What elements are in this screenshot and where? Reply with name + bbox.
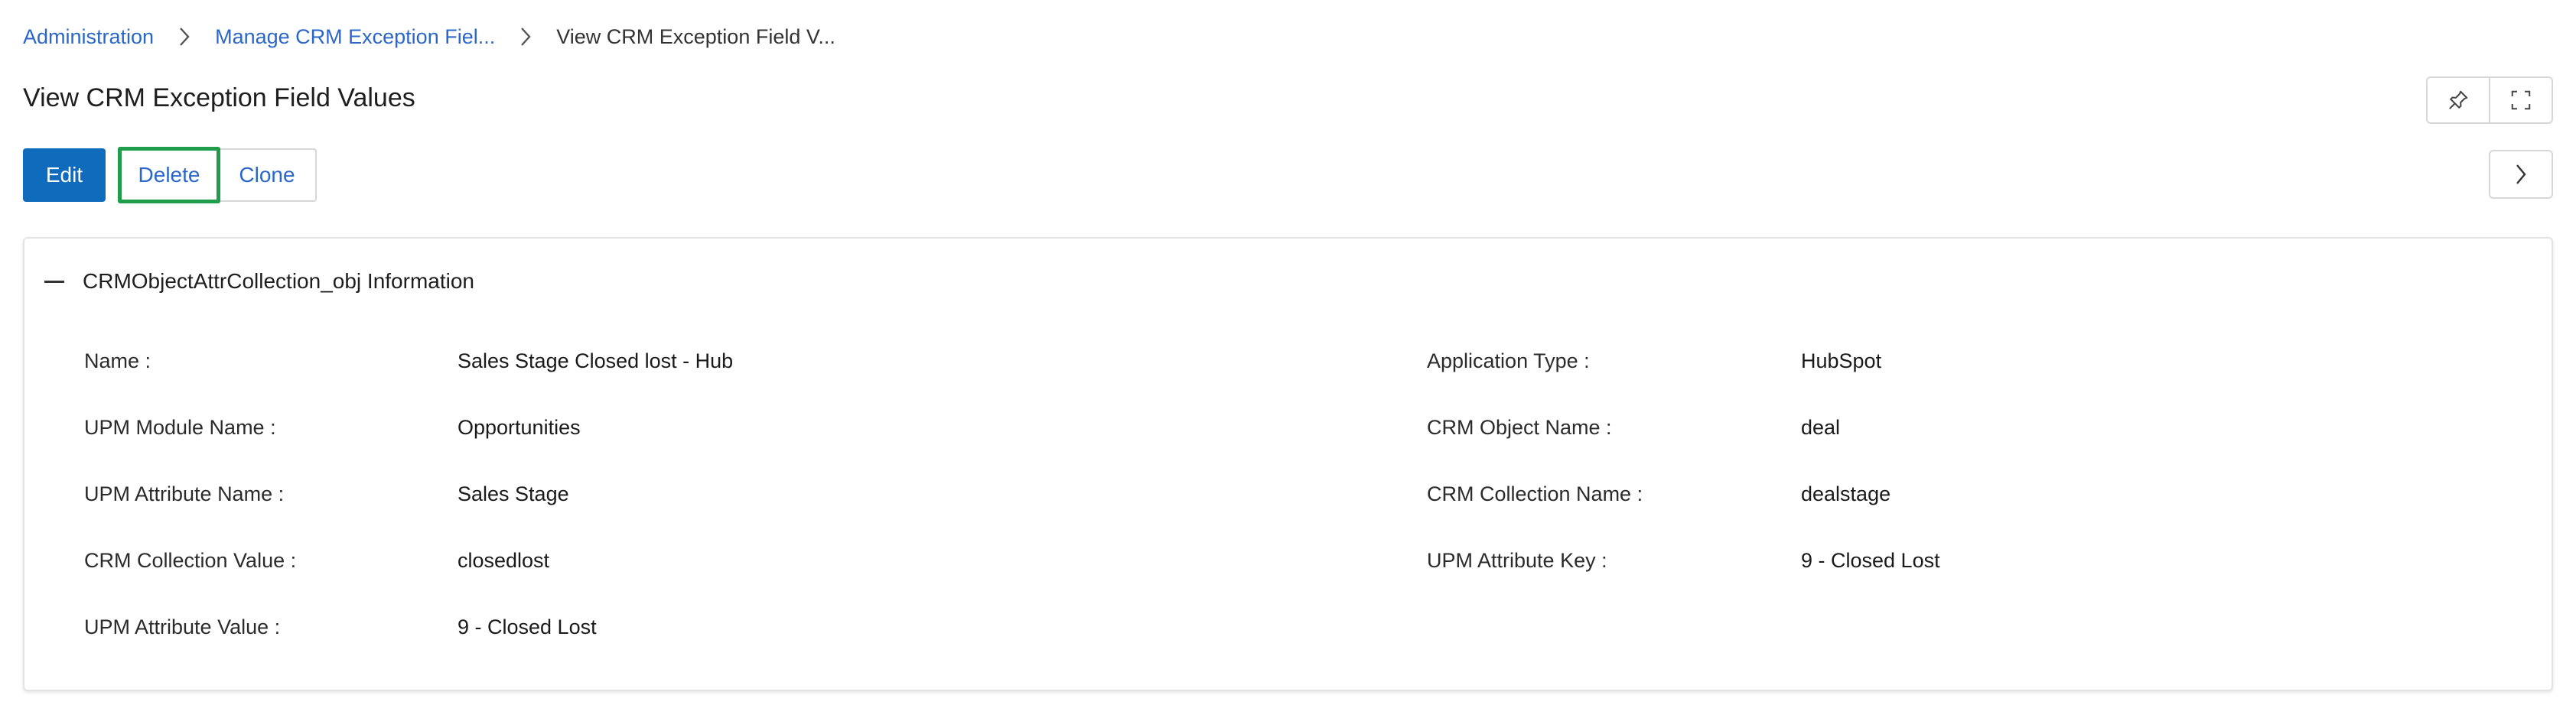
chevron-right-icon <box>2516 164 2526 184</box>
field-value-upm-attribute-name: Sales Stage <box>458 482 569 505</box>
fullscreen-button[interactable] <box>2489 78 2552 122</box>
information-panel: CRMObjectAttrCollection_obj Information … <box>23 237 2553 691</box>
field-label-crm-collection-value: CRM Collection Value : <box>84 549 297 572</box>
field-label-upm-module-name: UPM Module Name : <box>84 416 276 439</box>
page-title: View CRM Exception Field Values <box>23 83 415 112</box>
minus-icon <box>44 280 64 283</box>
panel-header: CRMObjectAttrCollection_obj Information <box>44 266 474 297</box>
breadcrumb-item-administration[interactable]: Administration <box>23 25 154 49</box>
field-value-crm-collection-value: closedlost <box>458 549 550 572</box>
collapse-button[interactable] <box>44 266 64 297</box>
breadcrumb: Administration Manage CRM Exception Fiel… <box>23 21 835 52</box>
edit-button[interactable]: Edit <box>23 148 106 202</box>
field-value-upm-attribute-key: 9 - Closed Lost <box>1801 549 1940 572</box>
field-label-application-type: Application Type : <box>1427 349 1590 372</box>
field-value-upm-module-name: Opportunities <box>458 416 581 439</box>
chevron-right-icon <box>495 21 556 52</box>
pin-button[interactable] <box>2428 78 2489 122</box>
fullscreen-icon <box>2511 90 2531 110</box>
delete-button[interactable]: Delete <box>118 147 220 203</box>
field-value-crm-collection-name: dealstage <box>1801 482 1891 505</box>
breadcrumb-item-current: View CRM Exception Field V... <box>556 24 835 48</box>
field-label-name: Name : <box>84 349 151 372</box>
clone-button[interactable]: Clone <box>219 148 317 202</box>
field-value-upm-attribute-value: 9 - Closed Lost <box>458 615 597 638</box>
chevron-right-icon <box>154 21 215 52</box>
next-record-button[interactable] <box>2489 150 2553 199</box>
field-label-crm-collection-name: CRM Collection Name : <box>1427 482 1643 505</box>
panel-title: CRMObjectAttrCollection_obj Information <box>83 269 474 293</box>
action-bar: Edit Delete Clone <box>23 147 317 203</box>
breadcrumb-item-manage-crm-exception[interactable]: Manage CRM Exception Fiel... <box>215 25 495 49</box>
secondary-actions: Delete Clone <box>118 147 317 203</box>
field-label-upm-attribute-key: UPM Attribute Key : <box>1427 549 1607 572</box>
field-value-crm-object-name: deal <box>1801 416 1841 439</box>
field-value-name: Sales Stage Closed lost - Hub <box>458 349 734 372</box>
view-controls <box>2426 76 2553 124</box>
pin-icon <box>2449 90 2468 109</box>
field-label-upm-attribute-value: UPM Attribute Value : <box>84 615 281 638</box>
field-label-crm-object-name: CRM Object Name : <box>1427 416 1612 439</box>
field-value-application-type: HubSpot <box>1801 349 1882 372</box>
field-label-upm-attribute-name: UPM Attribute Name : <box>84 482 285 505</box>
